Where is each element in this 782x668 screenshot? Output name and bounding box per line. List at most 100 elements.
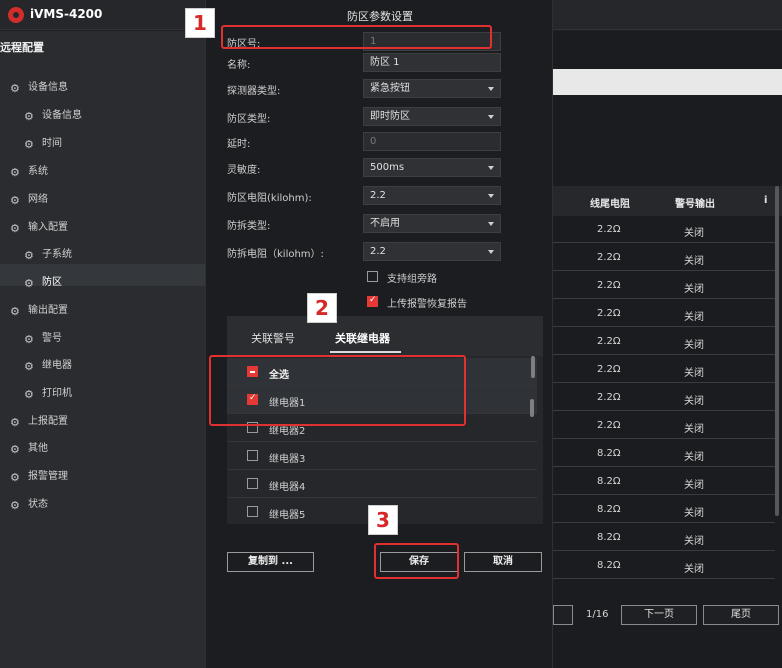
- sidebar-item[interactable]: ⚙ 警号: [24, 329, 62, 346]
- relay-checkbox[interactable]: [247, 478, 258, 489]
- table-row[interactable]: [553, 245, 775, 271]
- table-row[interactable]: [553, 301, 775, 327]
- field-label: 探测器类型:: [227, 86, 281, 97]
- sidebar-item[interactable]: ⚙ 网络: [10, 190, 48, 207]
- sidebar-item[interactable]: ⚙ 时间: [24, 134, 62, 151]
- sidebar-item[interactable]: ⚙ 报警管理: [10, 467, 68, 484]
- sidebar-item[interactable]: ⚙ 输入配置: [10, 218, 68, 235]
- sidebar-item-label: 状态: [28, 499, 48, 510]
- cell-eol-resistor: 2.2Ω: [597, 364, 621, 375]
- table-header: [553, 186, 782, 216]
- sidebar-item-label: 其他: [28, 443, 48, 454]
- sidebar-item[interactable]: ⚙ 子系统: [24, 245, 72, 262]
- dialog-title: 防区参数设置: [347, 10, 413, 23]
- field-label: 防拆电阻（kilohm）:: [227, 249, 324, 260]
- last-page-button[interactable]: 尾页: [703, 605, 779, 625]
- gear-icon: ⚙: [10, 166, 20, 179]
- table-row[interactable]: [553, 525, 775, 551]
- sidebar-item[interactable]: ⚙ 防区: [24, 273, 62, 290]
- gear-icon: ⚙: [10, 222, 20, 235]
- table-row[interactable]: [553, 441, 775, 467]
- sidebar-item[interactable]: ⚙ 设备信息: [24, 106, 82, 123]
- cell-siren-output: 关闭: [684, 536, 704, 547]
- cell-eol-resistor: 2.2Ω: [597, 280, 621, 291]
- sidebar-item-label: 网络: [28, 194, 48, 205]
- relay-label: 继电器4: [269, 482, 306, 493]
- page-input[interactable]: [553, 605, 573, 625]
- sidebar-item-label: 防区: [42, 277, 62, 288]
- field-dropdown[interactable]: 即时防区: [363, 107, 501, 126]
- gear-icon: ⚙: [10, 305, 20, 318]
- next-page-button[interactable]: 下一页: [621, 605, 697, 625]
- cell-eol-resistor: 2.2Ω: [597, 392, 621, 403]
- sidebar-item-label: 输入配置: [28, 222, 68, 233]
- relay-checkbox[interactable]: [247, 506, 258, 517]
- cell-siren-output: 关闭: [684, 424, 704, 435]
- table-scrollbar[interactable]: [775, 186, 779, 516]
- gear-icon: ⚙: [24, 277, 34, 290]
- cell-eol-resistor: 2.2Ω: [597, 252, 621, 263]
- sidebar-item[interactable]: ⚙ 系统: [10, 162, 48, 179]
- sidebar-item[interactable]: ⚙ 设备信息: [10, 78, 68, 95]
- field-value: 0: [370, 136, 377, 147]
- cell-eol-resistor: 2.2Ω: [597, 224, 621, 235]
- table-row[interactable]: [553, 413, 775, 439]
- copy-to-button[interactable]: 复制到 ...: [227, 552, 314, 572]
- active-tab-indicator: [330, 351, 401, 353]
- tab-linked-siren[interactable]: 关联警号: [251, 330, 295, 346]
- sidebar-item[interactable]: ⚙ 状态: [10, 495, 48, 512]
- bypass-label: 支持组旁路: [387, 274, 437, 285]
- annotation-number-1: 1: [185, 8, 215, 38]
- sidebar-item-label: 警号: [42, 333, 62, 344]
- sidebar-item[interactable]: ⚙ 上报配置: [10, 412, 68, 429]
- cell-eol-resistor: 2.2Ω: [597, 336, 621, 347]
- table-row[interactable]: [553, 217, 775, 243]
- list-item[interactable]: 继电器3: [227, 442, 537, 470]
- panel-scrollbar[interactable]: [531, 356, 535, 378]
- toolbar-strip: [553, 69, 782, 95]
- cell-siren-output: 关闭: [684, 256, 704, 267]
- table-row[interactable]: [553, 497, 775, 523]
- table-row[interactable]: [553, 273, 775, 299]
- table-row[interactable]: [553, 553, 775, 579]
- field-dropdown[interactable]: 不启用: [363, 214, 501, 233]
- relay-checkbox[interactable]: [247, 450, 258, 461]
- list-item[interactable]: 继电器4: [227, 470, 537, 498]
- sidebar-item[interactable]: ⚙ 其他: [10, 439, 48, 456]
- field-value: 即时防区: [370, 111, 410, 122]
- app-logo-icon: [8, 7, 24, 23]
- cell-siren-output: 关闭: [684, 284, 704, 295]
- field-dropdown[interactable]: 2.2: [363, 186, 501, 205]
- field-dropdown[interactable]: 紧急按钮: [363, 79, 501, 98]
- field-input[interactable]: 防区 1: [363, 53, 501, 72]
- field-value: 紧急按钮: [370, 83, 410, 94]
- relay-list-scroll-thumb[interactable]: [530, 399, 534, 417]
- gear-icon: ⚙: [10, 82, 20, 95]
- table-row[interactable]: [553, 357, 775, 383]
- field-dropdown[interactable]: 2.2: [363, 242, 501, 261]
- chevron-down-icon: [488, 222, 494, 226]
- sidebar: 远程配置 ⚙ 设备信息 ⚙ 设备信息 ⚙ 时间 ⚙ 系统 ⚙ 网络 ⚙ 输入配置 ⚙ 子系统 ⚙ 防区 ⚙ 输出配…: [0, 31, 205, 668]
- sidebar-item[interactable]: ⚙ 继电器: [24, 356, 72, 373]
- table-row[interactable]: [553, 469, 775, 495]
- gear-icon: ⚙: [24, 138, 34, 151]
- tab-linked-relay[interactable]: 关联继电器: [335, 330, 390, 346]
- chevron-down-icon: [488, 166, 494, 170]
- table-row[interactable]: [553, 385, 775, 411]
- sidebar-item[interactable]: ⚙ 打印机: [24, 384, 72, 401]
- bypass-checkbox[interactable]: [367, 271, 378, 282]
- sidebar-item-label: 打印机: [42, 388, 72, 399]
- annotation-box-2: [209, 355, 466, 426]
- field-dropdown[interactable]: 500ms: [363, 158, 501, 177]
- cancel-button[interactable]: 取消: [464, 552, 542, 572]
- sidebar-item[interactable]: ⚙ 输出配置: [10, 301, 68, 318]
- field-value: 2.2: [370, 190, 386, 201]
- table-row[interactable]: [553, 329, 775, 355]
- annotation-number-2: 2: [307, 293, 337, 323]
- sidebar-item-label: 时间: [42, 138, 62, 149]
- app-window: iVMS-4200 远程配置 ⚙ 设备信息 ⚙ 设备信息 ⚙ 时间 ⚙ 系统 ⚙ 网络 ⚙ 输入配置 ⚙…: [0, 0, 782, 668]
- chevron-down-icon: [488, 194, 494, 198]
- chevron-down-icon: [488, 115, 494, 119]
- field-value: 不启用: [370, 218, 400, 229]
- upload-restore-checkbox[interactable]: [367, 295, 378, 307]
